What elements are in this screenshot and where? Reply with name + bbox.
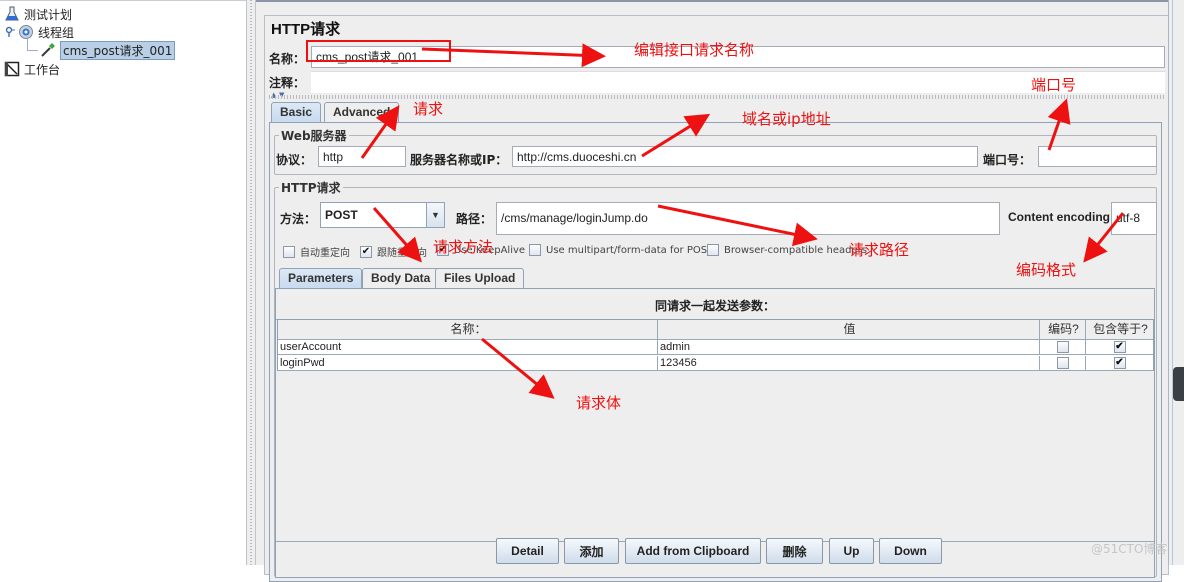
test-plan-tree: 测试计划 线程组 cms_post请求_001 工作台	[0, 0, 246, 565]
scrollbar-handle[interactable]	[1173, 367, 1184, 401]
port-label: 端口号：	[983, 153, 1032, 167]
tree-item-thread-group[interactable]: 线程组	[4, 23, 74, 41]
flask-icon	[4, 6, 20, 22]
annotation-body: 请求体	[576, 394, 622, 412]
tab-files-upload[interactable]: Files Upload	[435, 268, 525, 289]
encode-checkbox[interactable]	[1056, 357, 1069, 369]
name-label: 名称：	[269, 52, 306, 66]
params-table: 名称： 值 编码? 包含等于? userAccount admin ✔ logi…	[277, 319, 1154, 371]
tab-body-data[interactable]: Body Data	[362, 268, 440, 289]
encoding-label: Content encoding:	[1008, 210, 1114, 224]
server-label: 服务器名称或IP：	[410, 153, 508, 167]
add-from-clipboard-button[interactable]: Add from Clipboard	[625, 538, 761, 564]
table-header: 名称： 值 编码? 包含等于?	[278, 320, 1153, 340]
page-title: HTTP请求	[271, 21, 341, 38]
table-row[interactable]: userAccount admin ✔	[278, 340, 1153, 355]
port-input[interactable]	[1038, 146, 1157, 167]
annotation-port: 端口号	[1031, 76, 1077, 94]
param-value-cell[interactable]: 123456	[658, 356, 1040, 370]
encode-cell[interactable]	[1040, 356, 1086, 370]
encoding-input[interactable]: utf-8	[1111, 202, 1157, 235]
tab-advanced[interactable]: Advanced	[324, 102, 400, 123]
option-multipart[interactable]: Use multipart/form-data for POST	[529, 244, 713, 256]
panel-splitter[interactable]	[246, 0, 256, 565]
section-divider[interactable]	[269, 95, 1164, 99]
include-equals-cell[interactable]: ✔	[1086, 356, 1153, 370]
tree-item-test-plan[interactable]: 测试计划	[4, 5, 72, 23]
watermark: @51CTO博客	[1091, 542, 1168, 556]
protocol-label: 协议：	[276, 153, 313, 167]
detail-button[interactable]: Detail	[496, 538, 559, 564]
param-value-cell[interactable]: admin	[658, 340, 1040, 354]
checkbox[interactable]	[283, 245, 295, 258]
tab-basic[interactable]: Basic	[271, 102, 322, 123]
method-value: POST	[325, 208, 358, 222]
checkbox[interactable]	[529, 244, 541, 256]
delete-button[interactable]: 删除	[766, 538, 823, 564]
tree-item-workbench[interactable]: 工作台	[4, 60, 60, 78]
web-server-title: Web服务器	[279, 127, 349, 144]
column-header-value[interactable]: 值	[658, 320, 1040, 339]
path-label: 路径：	[456, 212, 493, 226]
method-select[interactable]: POST ▼	[320, 202, 445, 228]
web-server-group: Web服务器 协议： http 服务器名称或IP： http://cms.duo…	[274, 127, 1157, 175]
column-header-name[interactable]: 名称：	[278, 320, 658, 339]
params-caption: 同请求一起发送参数：	[654, 299, 775, 313]
parameters-panel: 同请求一起发送参数： 名称： 值 编码? 包含等于? userAccount a…	[275, 288, 1155, 578]
protocol-input[interactable]: http	[318, 146, 406, 167]
tree-item-http-request[interactable]: cms_post请求_001	[40, 40, 176, 60]
encode-checkbox[interactable]	[1056, 341, 1069, 353]
chevron-down-icon[interactable]: ▼	[426, 203, 444, 227]
name-highlight-box	[306, 40, 451, 62]
param-name-cell[interactable]: userAccount	[278, 340, 658, 354]
encode-cell[interactable]	[1040, 340, 1086, 354]
include-equals-checkbox-checked[interactable]: ✔	[1113, 341, 1126, 353]
tab-parameters[interactable]: Parameters	[279, 268, 363, 289]
annotation-edit-name: 编辑接口请求名称	[634, 41, 755, 59]
comment-label: 注释：	[269, 76, 306, 90]
param-name-cell[interactable]: loginPwd	[278, 356, 658, 370]
path-input[interactable]: /cms/manage/loginJump.do	[496, 202, 1000, 235]
annotation-request: 请求	[413, 100, 444, 118]
expand-handle-icon[interactable]	[4, 24, 16, 40]
up-button[interactable]: Up	[829, 538, 874, 564]
annotation-path: 请求路径	[849, 241, 910, 259]
http-request-title: HTTP请求	[279, 179, 343, 196]
table-row[interactable]: loginPwd 123456 ✔	[278, 356, 1153, 371]
annotation-domain: 域名或ip地址	[742, 110, 831, 128]
checkbox-checked[interactable]: ✔	[360, 245, 372, 258]
option-follow-redirect[interactable]: ✔ 跟随重定向	[360, 244, 427, 259]
annotation-encoding: 编码格式	[1016, 261, 1077, 279]
column-header-encode[interactable]: 编码?	[1040, 320, 1086, 339]
tree-connector	[27, 39, 28, 50]
gear-icon	[18, 24, 34, 40]
include-equals-cell[interactable]: ✔	[1086, 340, 1153, 354]
http-request-form: HTTP请求 名称： cms_post请求_001 注释： ▲ ▼ Basic …	[264, 15, 1169, 582]
down-button[interactable]: Down	[879, 538, 942, 564]
option-browser-headers[interactable]: Browser-compatible headers	[707, 244, 867, 256]
notepad-icon	[4, 61, 20, 77]
server-input[interactable]: http://cms.duoceshi.cn	[512, 146, 978, 167]
pipette-icon	[40, 42, 56, 58]
column-header-include-equals[interactable]: 包含等于?	[1086, 320, 1153, 339]
basic-tab-panel: Web服务器 协议： http 服务器名称或IP： http://cms.duo…	[269, 122, 1162, 582]
method-label: 方法：	[280, 212, 317, 226]
scrollbar-track[interactable]	[1168, 0, 1184, 565]
include-equals-checkbox-checked[interactable]: ✔	[1113, 357, 1126, 369]
http-request-group: HTTP请求 方法： POST ▼ 路径： /cms/manage/loginJ…	[274, 179, 1157, 578]
annotation-method: 请求方法	[433, 238, 494, 256]
checkbox[interactable]	[707, 244, 719, 256]
add-button[interactable]: 添加	[564, 538, 619, 564]
tree-connector	[27, 50, 38, 51]
option-auto-redirect[interactable]: 自动重定向	[283, 244, 350, 259]
